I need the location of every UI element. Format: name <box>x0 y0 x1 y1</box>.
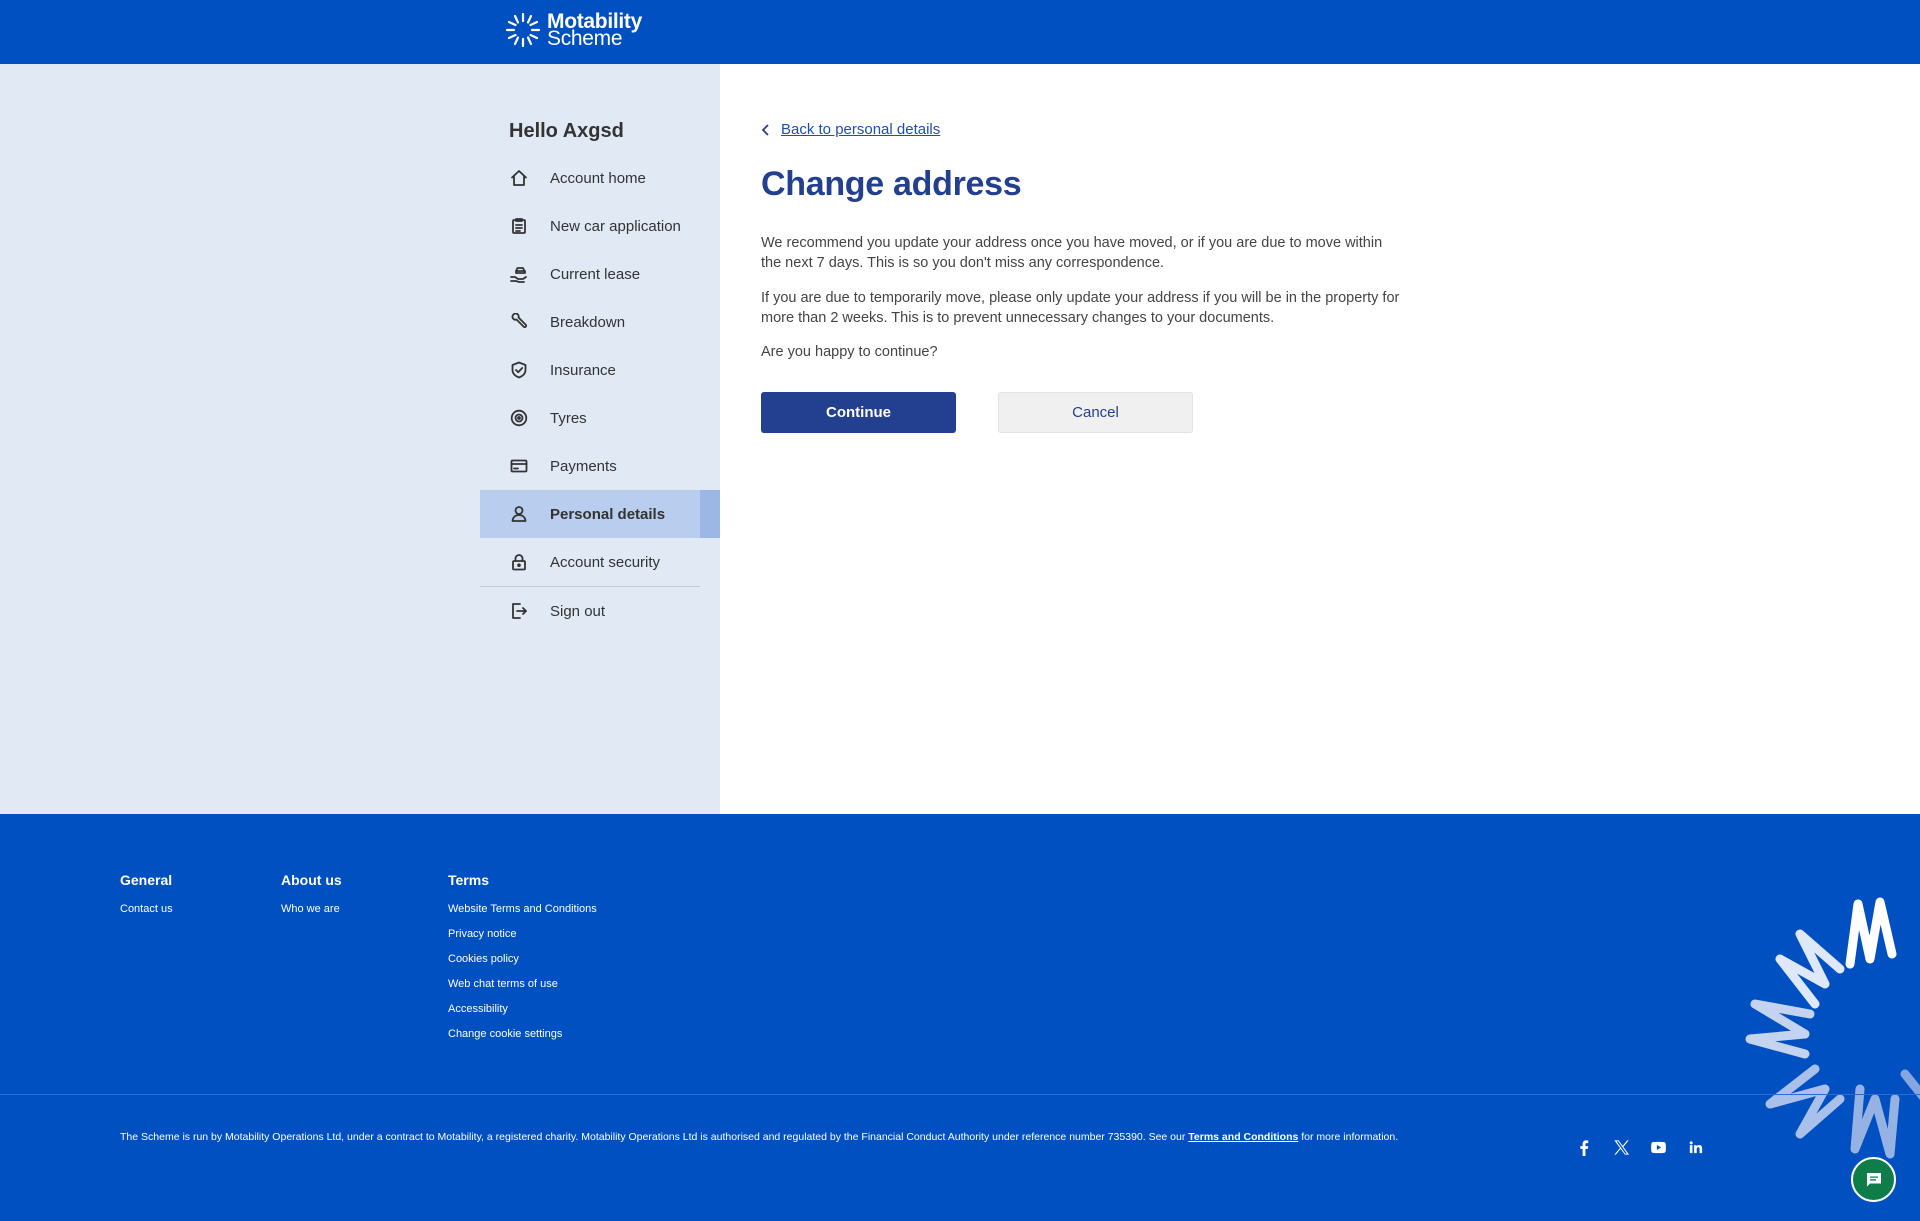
sidebar-item-insurance[interactable]: Insurance <box>480 346 720 394</box>
linkedin-icon[interactable] <box>1686 1138 1704 1156</box>
footer-link-cookies-policy[interactable]: Cookies policy <box>448 952 597 977</box>
chat-icon <box>1866 1172 1881 1186</box>
sidebar-item-label: Sign out <box>550 602 606 620</box>
home-icon <box>509 168 529 188</box>
top-header: Motability Scheme <box>0 0 1920 64</box>
sidebar-item-label: Current lease <box>550 265 641 283</box>
youtube-icon[interactable] <box>1649 1138 1667 1156</box>
motability-logo-icon <box>505 12 541 48</box>
sidebar-item-sign-out[interactable]: Sign out <box>480 587 720 635</box>
social-links <box>1575 1138 1704 1156</box>
sidebar-item-label: Account home <box>550 169 646 187</box>
wrench-icon <box>509 312 529 332</box>
account-nav: Account home New car application Current… <box>480 154 720 635</box>
sidebar-item-label: Breakdown <box>550 313 626 331</box>
facebook-icon[interactable] <box>1575 1138 1593 1156</box>
sidebar-item-label: New car application <box>550 217 681 235</box>
cancel-button[interactable]: Cancel <box>998 392 1193 433</box>
footer-link-privacy-notice[interactable]: Privacy notice <box>448 927 597 952</box>
footer-link-web-chat-terms[interactable]: Web chat terms of use <box>448 977 597 1002</box>
footer-link-contact-us[interactable]: Contact us <box>120 902 173 927</box>
confirm-question: Are you happy to continue? <box>761 344 938 360</box>
back-to-personal-details-link[interactable]: Back to personal details <box>781 121 940 138</box>
sidebar-item-current-lease[interactable]: Current lease <box>480 250 720 298</box>
footer-heading-general: General <box>120 872 173 888</box>
sidebar-item-personal-details[interactable]: Personal details <box>480 490 720 538</box>
person-icon <box>509 504 529 524</box>
back-link-row: Back to personal details <box>761 121 940 138</box>
motability-logo[interactable]: Motability Scheme <box>505 11 642 49</box>
sidebar-item-label: Insurance <box>550 361 616 379</box>
x-icon[interactable] <box>1612 1138 1630 1156</box>
chat-button[interactable] <box>1851 1157 1896 1202</box>
footer-link-accessibility[interactable]: Accessibility <box>448 1002 597 1027</box>
continue-button[interactable]: Continue <box>761 392 956 433</box>
sidebar-item-tyres[interactable]: Tyres <box>480 394 720 442</box>
site-footer: General Contact us About us Who we are T… <box>0 814 1920 1221</box>
footer-heading-terms: Terms <box>448 872 489 888</box>
footer-column-general: General Contact us <box>120 872 173 927</box>
car-hand-icon <box>509 264 529 284</box>
footer-link-who-we-are[interactable]: Who we are <box>281 902 342 927</box>
logo-line-2: Scheme <box>547 27 623 50</box>
footer-link-website-terms[interactable]: Website Terms and Conditions <box>448 902 597 927</box>
footer-link-cookie-settings[interactable]: Change cookie settings <box>448 1027 597 1052</box>
sidebar-item-account-security[interactable]: Account security <box>480 538 720 586</box>
legal-suffix: for more information. <box>1298 1131 1399 1143</box>
footer-column-terms: Terms Website Terms and Conditions Priva… <box>448 872 597 1052</box>
sidebar-item-payments[interactable]: Payments <box>480 442 720 490</box>
sidebar-item-label: Payments <box>550 457 617 475</box>
legal-text: The Scheme is run by Motability Operatio… <box>120 1131 1189 1143</box>
sidebar-item-label: Account security <box>550 553 661 571</box>
card-icon <box>509 456 529 476</box>
sidebar-item-breakdown[interactable]: Breakdown <box>480 298 720 346</box>
sidebar-item-label: Tyres <box>550 409 587 427</box>
sidebar-item-label: Personal details <box>550 505 666 523</box>
sidebar-item-new-car-application[interactable]: New car application <box>480 202 720 250</box>
greeting: Hello Axgsd <box>509 120 624 142</box>
sidebar-item-account-home[interactable]: Account home <box>480 154 720 202</box>
shield-check-icon <box>509 360 529 380</box>
temporary-move-paragraph: If you are due to temporarily move, plea… <box>761 290 1400 326</box>
page-title: Change address <box>761 165 1022 203</box>
footer-column-about: About us Who we are <box>281 872 342 927</box>
lock-icon <box>509 552 529 572</box>
footer-divider <box>0 1094 1920 1095</box>
sign-out-icon <box>509 601 529 621</box>
tyre-icon <box>509 408 529 428</box>
intro-paragraph: We recommend you update your address onc… <box>761 235 1383 271</box>
chevron-left-icon <box>761 123 769 136</box>
main-area: Hello Axgsd Account home New car applica… <box>0 64 1920 814</box>
footer-heading-about: About us <box>281 872 342 888</box>
legal-notice: The Scheme is run by Motability Operatio… <box>120 1131 1398 1143</box>
decorative-logo-graphic <box>1745 897 1920 1159</box>
clipboard-icon <box>509 216 529 236</box>
terms-and-conditions-link[interactable]: Terms and Conditions <box>1188 1131 1298 1143</box>
